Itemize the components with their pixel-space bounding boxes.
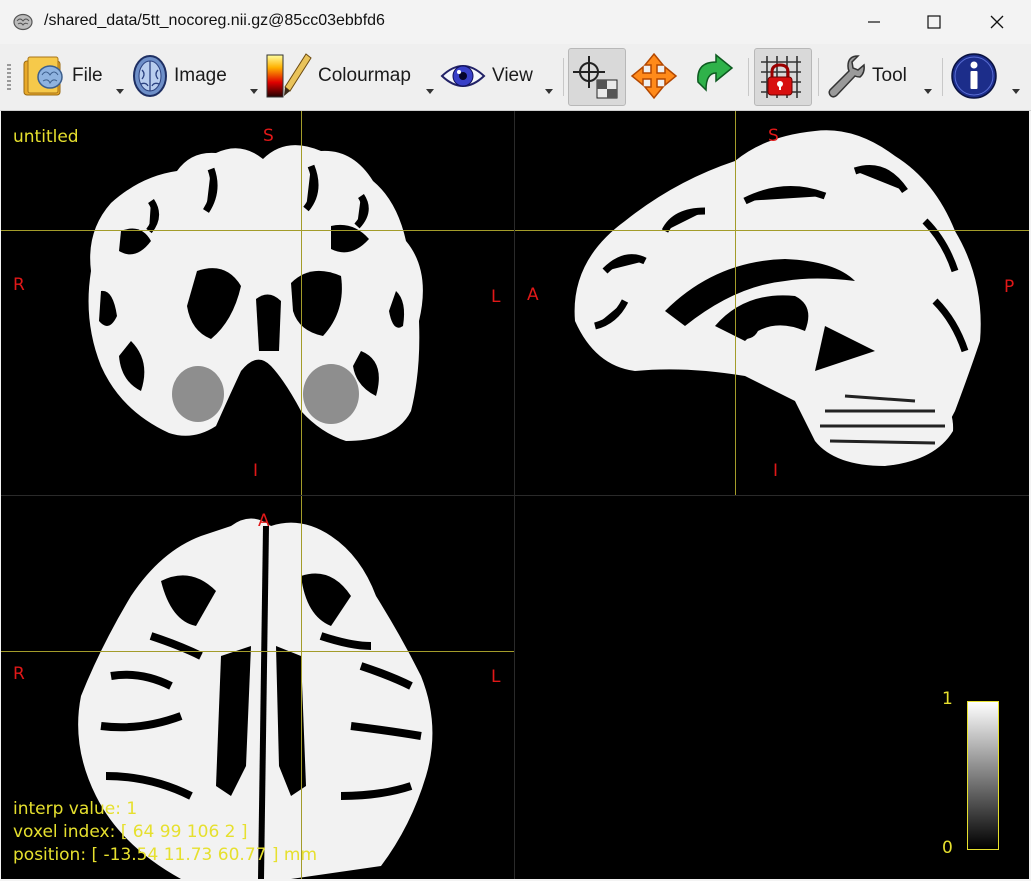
pan-tool-button[interactable] (630, 48, 684, 104)
info-menu-button[interactable] (950, 48, 1024, 104)
coronal-crosshair-vertical (301, 111, 302, 495)
view-menu-label: View (492, 65, 533, 86)
move-arrows-icon (630, 52, 678, 100)
coronal-orientation-top: S (263, 126, 274, 146)
axial-orientation-left: R (13, 664, 25, 684)
sagittal-orientation-left: A (527, 285, 539, 305)
folder-brain-icon (23, 56, 63, 96)
close-button[interactable] (965, 0, 1029, 44)
toolbar-grip[interactable] (7, 64, 11, 90)
rotate-tool-button[interactable] (688, 48, 742, 104)
pane-divider-horizontal (1, 495, 1029, 496)
axial-crosshair-vertical (301, 496, 302, 879)
coronal-brain-slice (88, 145, 423, 441)
coronal-orientation-bottom: I (253, 461, 259, 481)
file-dropdown-arrow-icon (116, 89, 124, 94)
window-title: /shared_data/5tt_nocoreg.nii.gz@85cc03eb… (44, 12, 385, 29)
view-dropdown-arrow-icon (545, 89, 553, 94)
position-text: position: [ -13.54 11.73 60.77 ] mm (13, 845, 318, 865)
colorbar (967, 701, 999, 850)
info-dropdown-arrow-icon (1012, 89, 1020, 94)
crosshair-window-icon (573, 56, 618, 99)
sagittal-crosshair-vertical (735, 111, 736, 495)
coronal-orientation-right: L (491, 287, 501, 307)
axial-orientation-right: L (491, 667, 501, 687)
voxel-index-text: voxel index: [ 64 99 106 2 ] (13, 822, 248, 842)
brain-image-icon (133, 55, 167, 97)
minimize-icon (868, 21, 880, 23)
wrench-icon (828, 55, 865, 98)
sagittal-orientation-right: P (1004, 277, 1015, 297)
sagittal-orientation-bottom: I (773, 461, 779, 481)
colourmap-menu-label: Colourmap (318, 65, 411, 86)
lock-grid-button[interactable] (754, 48, 812, 106)
sagittal-crosshair-horizontal (515, 230, 1029, 231)
toolbar-separator (942, 58, 943, 96)
file-menu-button[interactable]: File (22, 48, 126, 104)
coronal-orientation-left: R (13, 275, 25, 295)
eye-icon (440, 65, 486, 87)
toolbar-separator (563, 58, 564, 96)
close-icon (990, 15, 1004, 29)
title-bar: /shared_data/5tt_nocoreg.nii.gz@85cc03eb… (0, 0, 1031, 44)
view-menu-button[interactable]: View (440, 48, 556, 104)
axial-orientation-top: A (258, 511, 270, 531)
tool-dropdown-arrow-icon (924, 89, 932, 94)
image-name-label: untitled (13, 127, 79, 147)
tool-menu-label: Tool (872, 65, 907, 86)
axial-crosshair-horizontal (1, 651, 514, 652)
maximize-button[interactable] (902, 0, 966, 44)
lock-grid-icon (761, 56, 801, 98)
minimize-button[interactable] (842, 0, 906, 44)
colourmap-pencil-icon (266, 53, 312, 98)
colorbar-max-label: 1 (942, 689, 953, 709)
toolbar-separator (748, 58, 749, 96)
colourmap-dropdown-arrow-icon (426, 89, 434, 94)
colorbar-min-label: 0 (942, 838, 953, 858)
maximize-icon (927, 15, 941, 29)
colourmap-menu-button[interactable]: Colourmap (264, 48, 436, 104)
crosshair-tool-button[interactable] (568, 48, 626, 106)
image-dropdown-arrow-icon (250, 89, 258, 94)
coronal-crosshair-horizontal (1, 230, 514, 231)
brain-icon (13, 13, 33, 31)
sagittal-orientation-top: S (768, 126, 779, 146)
sagittal-brain-slice (574, 130, 981, 466)
rotate-arrow-icon (697, 53, 734, 92)
info-icon (951, 53, 997, 99)
tool-menu-button[interactable]: Tool (826, 48, 936, 104)
file-menu-label: File (72, 65, 103, 86)
image-menu-label: Image (174, 65, 227, 86)
interp-value-text: interp value: 1 (13, 799, 138, 819)
coronal-view[interactable]: untitled S I R L (1, 111, 514, 495)
image-viewer[interactable]: untitled S I R L S I A P A R L interp va… (1, 111, 1029, 879)
sagittal-view[interactable]: S I A P (515, 111, 1029, 495)
toolbar: File Image Colourmap View Tool (0, 44, 1031, 111)
toolbar-separator (818, 58, 819, 96)
image-menu-button[interactable]: Image (132, 48, 260, 104)
